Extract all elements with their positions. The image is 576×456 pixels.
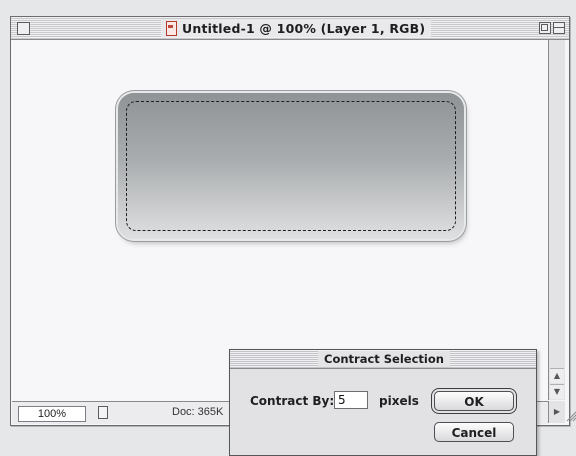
doc-popup-icon[interactable] [98,406,108,419]
dialog-title: Contract Selection [318,351,450,367]
scroll-down-arrow-icon[interactable]: ▼ [550,384,564,399]
close-box-icon[interactable] [17,22,30,35]
marching-ants-selection [126,101,456,231]
title-wrap: Untitled-1 @ 100% (Layer 1, RGB) [161,19,432,37]
contract-selection-dialog: Contract Selection Contract By: pixels O… [229,349,537,456]
scroll-right-arrow-icon[interactable]: ▶ [548,401,565,423]
document-icon [165,21,177,36]
scroll-up-arrow-icon[interactable]: ▲ [550,368,564,383]
vertical-scrollbar[interactable]: ▲ ▼ [548,40,565,400]
window-titlebar[interactable]: Untitled-1 @ 100% (Layer 1, RGB) [11,17,569,40]
zoom-level-field[interactable]: 100% [18,406,86,422]
contract-by-label: Contract By: [250,394,335,408]
rounded-button-layer [118,93,464,239]
ok-button[interactable]: OK [434,391,514,411]
cancel-button[interactable]: Cancel [434,422,514,442]
zoom-box-icon[interactable] [539,22,551,34]
dialog-titlebar[interactable]: Contract Selection [230,350,536,369]
document-canvas[interactable] [12,40,548,400]
window-title: Untitled-1 @ 100% (Layer 1, RGB) [182,20,426,36]
doc-info[interactable]: Doc: 365K [172,406,223,418]
contract-by-input[interactable] [334,391,368,409]
pixels-unit-label: pixels [379,394,419,408]
grow-box-icon[interactable] [565,401,576,423]
collapse-box-icon[interactable] [553,22,565,34]
